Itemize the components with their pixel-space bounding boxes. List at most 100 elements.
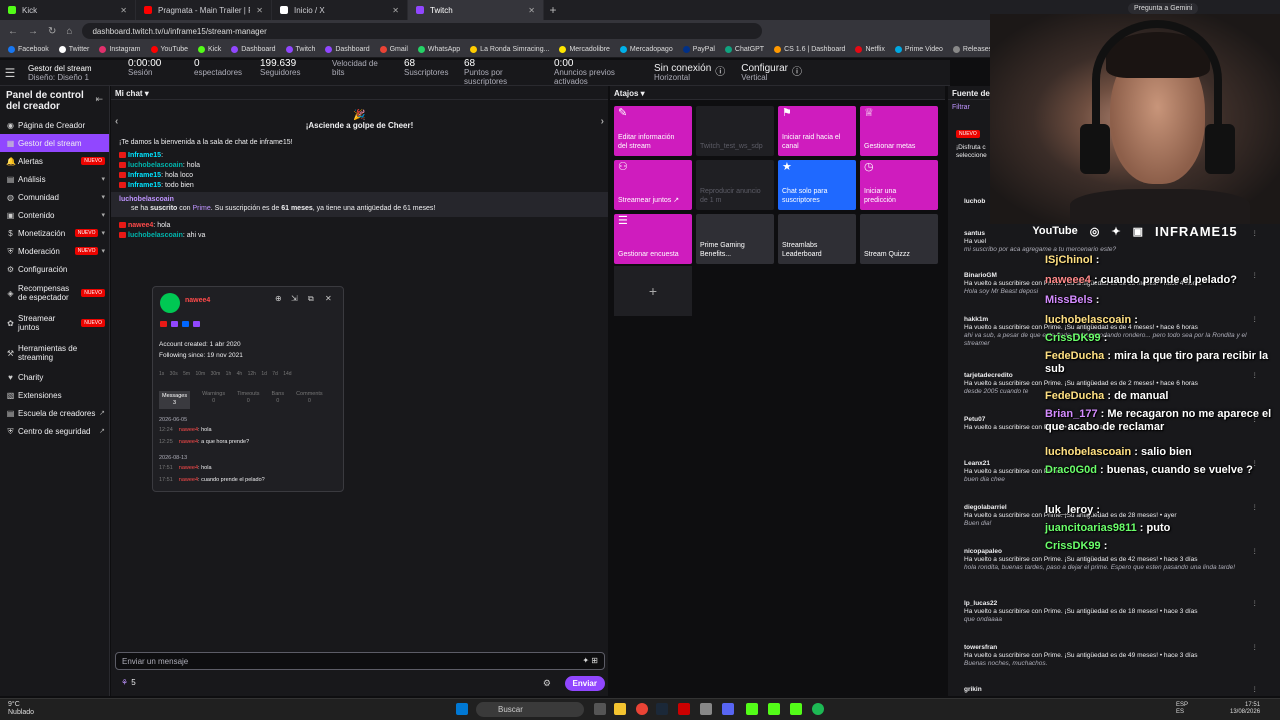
new-tab-button[interactable]: + bbox=[544, 3, 562, 17]
shortcut-tile-1[interactable]: Twitch_test_ws_sdp bbox=[696, 106, 774, 156]
sidebar-item-2[interactable]: 🔔 Alertas NUEVO bbox=[0, 152, 109, 170]
shortcut-tile-11[interactable]: Stream Quizzz bbox=[860, 214, 938, 264]
app-icon[interactable] bbox=[700, 703, 712, 715]
bookmark-item[interactable]: YouTube bbox=[150, 46, 188, 53]
feed-username[interactable]: grikin bbox=[964, 686, 1264, 694]
chrome-icon[interactable] bbox=[636, 703, 648, 715]
sidebar-item-3[interactable]: ▤ Análisis ▾ bbox=[0, 170, 109, 188]
bookmark-item[interactable]: Dashboard bbox=[325, 46, 370, 53]
more-options-icon[interactable]: ⋮ bbox=[1252, 644, 1259, 652]
gift-icon[interactable]: ⊕ bbox=[275, 294, 282, 303]
chat-username[interactable]: nawee4 bbox=[128, 222, 153, 229]
card-tab-warnings[interactable]: Warnings 0 bbox=[202, 391, 225, 409]
chat-username[interactable]: Inframe15 bbox=[128, 172, 161, 179]
sidebar-item-9[interactable]: ◈ Recompensas de espectador NUEVO bbox=[0, 278, 109, 308]
gemini-button[interactable]: Pregunta a Gemini bbox=[1128, 3, 1199, 14]
bookmark-item[interactable]: Mercadolibre bbox=[559, 46, 610, 53]
filter-button[interactable]: Filtrar bbox=[952, 104, 970, 111]
feed-username[interactable]: towersfran bbox=[964, 644, 1264, 652]
back-icon[interactable]: ← bbox=[8, 26, 18, 37]
pin-icon[interactable]: ⇲ bbox=[291, 294, 298, 303]
bookmark-item[interactable]: CS 1.6 | Dashboard bbox=[774, 46, 845, 53]
chat-username[interactable]: luchobelascoain bbox=[128, 232, 183, 239]
shortcut-tile-9[interactable]: Prime Gaming Benefits... bbox=[696, 214, 774, 264]
shortcut-tile-8[interactable]: ☰ Gestionar encuesta bbox=[614, 214, 692, 264]
card-tab-comments[interactable]: Comments 0 bbox=[296, 391, 323, 409]
language-indicator[interactable]: ESP ES bbox=[1176, 702, 1188, 716]
bookmark-item[interactable]: Kick bbox=[198, 46, 221, 53]
shortcut-tile-10[interactable]: Streamlabs Leaderboard bbox=[778, 214, 856, 264]
sidebar-item-7[interactable]: ⛨ Moderación NUEVO ▾ bbox=[0, 242, 109, 260]
chat-username[interactable]: Inframe15 bbox=[128, 152, 161, 159]
bookmark-item[interactable]: ChatGPT bbox=[724, 46, 764, 53]
shortcut-tile-5[interactable]: Reproducir anuncio de 1 m bbox=[696, 160, 774, 210]
collapse-sidebar-icon[interactable]: ⇤ bbox=[95, 94, 103, 105]
browser-tab-pragmata[interactable]: Pragmata - Main Trailer | PS5 G...✕ bbox=[136, 0, 272, 20]
add-shortcut-button[interactable]: + bbox=[614, 266, 692, 316]
channel-points-icon[interactable]: ⚘ bbox=[115, 678, 128, 687]
shortcut-tile-0[interactable]: ✎ Editar información del stream bbox=[614, 106, 692, 156]
close-icon[interactable]: ✕ bbox=[256, 6, 263, 15]
card-username[interactable]: nawee4 bbox=[185, 297, 210, 304]
browser-tab-twitch[interactable]: Twitch ✕ bbox=[408, 0, 544, 20]
browser-tab-kick[interactable]: Kick ✕ bbox=[0, 0, 136, 20]
next-arrow-icon[interactable]: › bbox=[601, 116, 604, 127]
sidebar-item-12[interactable]: ♥ Charity bbox=[0, 368, 109, 386]
forward-icon[interactable]: → bbox=[28, 26, 38, 37]
bookmark-item[interactable]: Netflix bbox=[855, 46, 885, 53]
sidebar-item-6[interactable]: $ Monetización NUEVO ▾ bbox=[0, 224, 109, 242]
bookmark-item[interactable]: Twitter bbox=[58, 46, 89, 53]
kick-icon[interactable] bbox=[790, 703, 802, 715]
bookmark-item[interactable]: La Ronda Simracing... bbox=[470, 46, 549, 53]
shortcut-tile-3[interactable]: ♕ Gestionar metas bbox=[860, 106, 938, 156]
shortcut-tile-4[interactable]: ⚇ Streamear juntos ↗ bbox=[614, 160, 692, 210]
horizontal-status[interactable]: Sin conexión Horizontal ⓘ bbox=[646, 63, 733, 82]
card-tab-timeouts[interactable]: Timeouts 0 bbox=[237, 391, 259, 409]
steam-icon[interactable] bbox=[656, 703, 668, 715]
more-options-icon[interactable]: ⋮ bbox=[1252, 686, 1259, 694]
shortcut-tile-7[interactable]: ◷ Iniciar una predicción bbox=[860, 160, 938, 210]
popout-icon[interactable]: ⧉ bbox=[308, 294, 314, 304]
kick-icon[interactable] bbox=[768, 703, 780, 715]
sidebar-item-4[interactable]: ◍ Comunidad ▾ bbox=[0, 188, 109, 206]
emote-icon[interactable]: ✦ ⊞ bbox=[582, 656, 598, 665]
taskbar-search[interactable]: Buscar bbox=[476, 702, 584, 717]
bookmark-item[interactable]: WhatsApp bbox=[417, 46, 460, 53]
sidebar-item-13[interactable]: ▧ Extensiones bbox=[0, 386, 109, 404]
chat-username[interactable]: luchobelascoain bbox=[128, 162, 183, 169]
vertical-config[interactable]: Configurar Vertical ⓘ bbox=[733, 63, 810, 82]
bookmark-item[interactable]: Releases bbox=[952, 46, 992, 53]
shortcuts-title[interactable]: Atajos ▾ bbox=[610, 86, 945, 100]
bookmark-item[interactable]: Gmail bbox=[379, 46, 408, 53]
shortcut-tile-2[interactable]: ⚑ Iniciar raid hacia el canal bbox=[778, 106, 856, 156]
spotify-icon[interactable] bbox=[812, 703, 824, 715]
bookmark-item[interactable]: Instagram bbox=[99, 46, 141, 53]
close-icon[interactable]: ✕ bbox=[528, 6, 535, 15]
app-icon[interactable] bbox=[678, 703, 690, 715]
hamburger-menu-icon[interactable]: ☰ bbox=[0, 66, 20, 80]
send-button[interactable]: Enviar bbox=[564, 676, 605, 691]
explorer-icon[interactable] bbox=[614, 703, 626, 715]
shortcut-tile-6[interactable]: ★ Chat solo para suscriptores bbox=[778, 160, 856, 210]
clock[interactable]: 17:51 13/08/2026 bbox=[1230, 702, 1260, 716]
chat-panel-title[interactable]: Mi chat ▾ bbox=[111, 86, 608, 100]
sidebar-item-1[interactable]: ▦ Gestor del stream bbox=[0, 134, 109, 152]
home-icon[interactable]: ⌂ bbox=[66, 26, 72, 37]
close-icon[interactable]: ✕ bbox=[392, 6, 399, 15]
reload-icon[interactable]: ↻ bbox=[48, 26, 56, 37]
bookmark-item[interactable]: Mercadopago bbox=[619, 46, 673, 53]
weather-widget[interactable]: 9°C Nublado bbox=[8, 701, 34, 717]
sidebar-item-0[interactable]: ◉ Página de Creador bbox=[0, 116, 109, 134]
chat-input[interactable]: Enviar un mensaje ✦ ⊞ bbox=[115, 652, 605, 670]
sidebar-item-10[interactable]: ✿ Streamear juntos NUEVO bbox=[0, 308, 109, 338]
url-input[interactable]: dashboard.twitch.tv/u/inframe15/stream-m… bbox=[82, 23, 763, 39]
settings-icon[interactable]: ⚙ bbox=[543, 678, 551, 689]
sidebar-item-11[interactable]: ⚒ Herramientas de streaming bbox=[0, 338, 109, 368]
bookmark-item[interactable]: Facebook bbox=[8, 46, 49, 53]
stream-manager-title[interactable]: Gestor del stream Diseño: Diseño 1 bbox=[20, 64, 120, 82]
sidebar-item-8[interactable]: ⚙ Configuración bbox=[0, 260, 109, 278]
cheer-banner[interactable]: 🎉 ¡Asciende a golpe de Cheer! ‹ › bbox=[111, 110, 608, 130]
timeout-filters[interactable]: 1s 30s 5m 10m 30m 1h 4h 12h 1d 7d 14d bbox=[159, 371, 292, 377]
feed-username[interactable]: lp_lucas22 bbox=[964, 600, 1264, 608]
close-icon[interactable]: ✕ bbox=[120, 6, 127, 15]
